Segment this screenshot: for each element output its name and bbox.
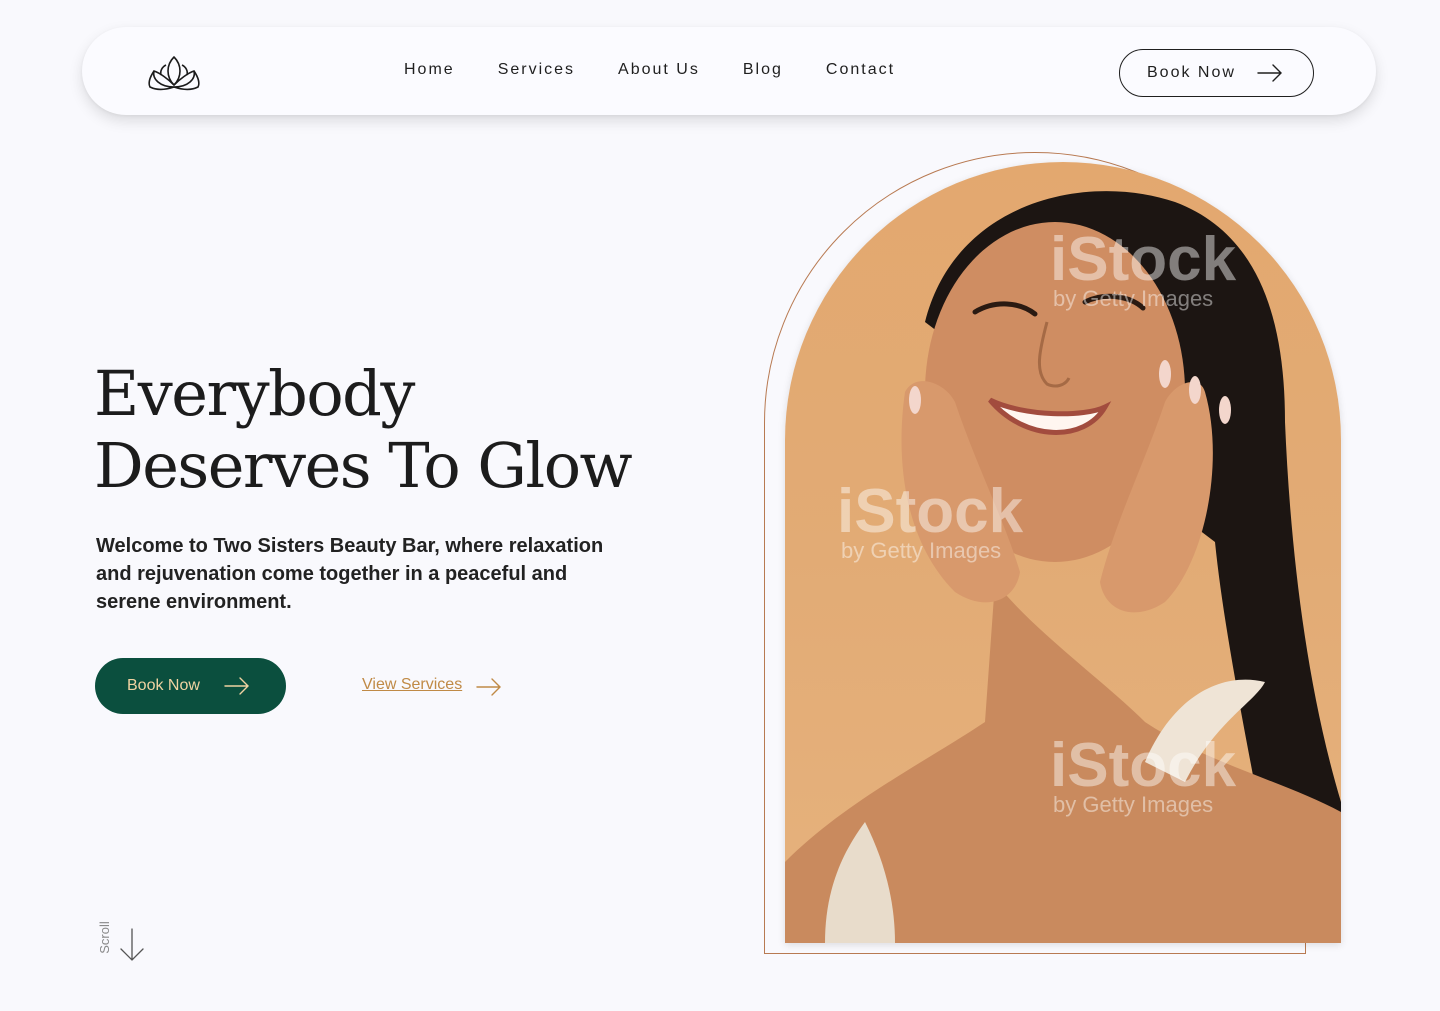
watermark-sub-3: by Getty Images [1053, 792, 1213, 817]
landing-page: Home Services About Us Blog Contact Book… [0, 0, 1440, 1011]
hero-photo: iStock by Getty Images iStock by Getty I… [785, 162, 1341, 943]
hero-book-now-label: Book Now [127, 677, 200, 694]
hero-title-line-1: Everybody [94, 357, 415, 430]
watermark-brand-3: iStock [1050, 731, 1237, 800]
view-services-label: View Services [362, 676, 463, 693]
watermark-sub-1: by Getty Images [1053, 286, 1213, 311]
hero-title: Everybody Deserves To Glow [94, 357, 633, 502]
hero-description: Welcome to Two Sisters Beauty Bar, where… [96, 535, 604, 613]
watermark-brand-2: iStock [837, 477, 1024, 546]
lotus-icon[interactable] [146, 51, 202, 93]
nav-link-home[interactable]: Home [404, 61, 455, 79]
arrow-right-icon [1257, 64, 1282, 82]
watermark-sub-2: by Getty Images [841, 538, 1001, 563]
arrow-right-icon [476, 678, 502, 696]
nav-link-blog[interactable]: Blog [743, 61, 783, 79]
woman-portrait-illustration: iStock by Getty Images iStock by Getty I… [785, 191, 1341, 943]
top-navbar: Home Services About Us Blog Contact Book… [82, 27, 1376, 115]
arrow-down-icon [120, 928, 144, 961]
hero-book-now-button[interactable]: Book Now [95, 658, 286, 714]
hero-title-line-2: Deserves To Glow [94, 429, 633, 502]
scroll-label: Scroll [96, 921, 112, 954]
nav-link-contact[interactable]: Contact [826, 61, 895, 79]
nav-links: Home Services About Us Blog Contact [404, 61, 938, 79]
nav-link-about-us[interactable]: About Us [618, 61, 700, 79]
nav-link-services[interactable]: Services [498, 61, 575, 79]
view-services-link[interactable]: View Services [362, 676, 502, 696]
arrow-right-icon [224, 677, 249, 695]
nav-book-now-label: Book Now [1147, 64, 1236, 81]
nav-book-now-button[interactable]: Book Now [1119, 49, 1314, 97]
watermark-brand-1: iStock [1050, 225, 1237, 294]
scroll-indicator[interactable]: Scroll [96, 918, 148, 964]
